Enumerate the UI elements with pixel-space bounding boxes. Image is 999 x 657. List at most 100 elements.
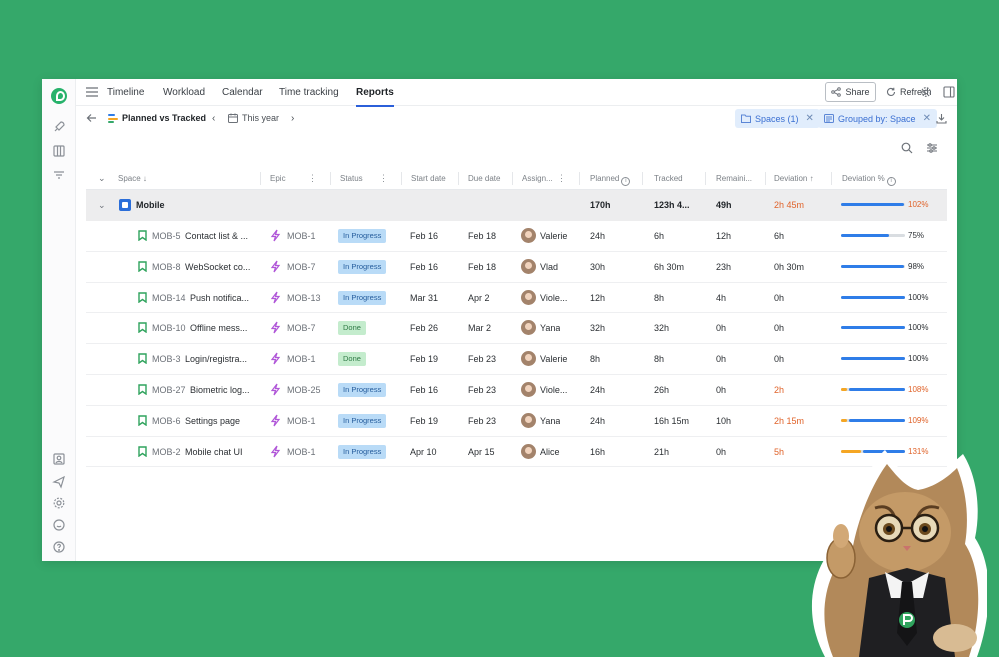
spaces-filter-chip[interactable]: Spaces (1) ✕ xyxy=(735,109,820,128)
task-title[interactable]: Settings page xyxy=(185,416,240,426)
table-row[interactable]: MOB-3 Login/registra... MOB-1 Done Feb 19 Feb… xyxy=(86,344,947,375)
table-row[interactable]: MOB-14 Push notifica... MOB-13 In Progress M… xyxy=(86,283,947,314)
search-icon[interactable] xyxy=(901,142,913,154)
task-title[interactable]: Push notifica... xyxy=(190,293,249,303)
help-icon[interactable] xyxy=(52,540,66,554)
rocket-icon[interactable] xyxy=(52,120,66,134)
close-icon[interactable]: ✕ xyxy=(923,113,931,124)
col-due-date[interactable]: Due date xyxy=(468,174,500,183)
tab-calendar[interactable]: Calendar xyxy=(222,87,263,98)
task-key[interactable]: MOB-10 xyxy=(152,323,186,333)
tab-timeline[interactable]: Timeline xyxy=(107,87,144,98)
share-button[interactable]: Share xyxy=(825,82,876,102)
task-key[interactable]: MOB-2 xyxy=(152,447,181,457)
board-icon[interactable] xyxy=(52,144,66,158)
task-title[interactable]: WebSocket co... xyxy=(185,262,250,272)
column-divider[interactable] xyxy=(579,172,580,185)
column-divider[interactable] xyxy=(765,172,766,185)
column-divider[interactable] xyxy=(831,172,832,185)
app-logo-icon[interactable] xyxy=(51,88,67,104)
column-divider[interactable] xyxy=(705,172,706,185)
hamburger-menu-icon[interactable] xyxy=(86,87,98,97)
task-key[interactable]: MOB-27 xyxy=(152,385,186,395)
assignee-name[interactable]: Valerie xyxy=(540,354,567,364)
assignee-name[interactable]: Alice xyxy=(540,447,560,457)
task-title[interactable]: Mobile chat UI xyxy=(185,447,243,457)
col-status[interactable]: Status xyxy=(340,174,363,183)
epic-key[interactable]: MOB-1 xyxy=(287,231,316,241)
task-title[interactable]: Offline mess... xyxy=(190,323,247,333)
send-icon[interactable] xyxy=(52,475,66,489)
status-badge[interactable]: In Progress xyxy=(338,259,387,274)
report-title[interactable]: Planned vs Tracked xyxy=(122,113,206,123)
epic-key[interactable]: MOB-1 xyxy=(287,416,316,426)
status-badge[interactable]: Done xyxy=(338,352,366,367)
col-assignee[interactable]: Assign... xyxy=(522,174,553,183)
column-divider[interactable] xyxy=(642,172,643,185)
table-row[interactable]: MOB-27 Biometric log... MOB-25 In Progress F… xyxy=(86,375,947,406)
kebab-icon[interactable]: ⋮ xyxy=(557,173,566,184)
column-divider[interactable] xyxy=(512,172,513,185)
table-row[interactable]: MOB-10 Offline mess... MOB-7 Done Feb 26 Mar … xyxy=(86,313,947,345)
col-deviation-pct[interactable]: Deviation % i xyxy=(842,174,896,186)
task-title[interactable]: Login/registra... xyxy=(185,354,247,364)
task-title[interactable]: Biometric log... xyxy=(190,385,250,395)
task-key[interactable]: MOB-6 xyxy=(152,416,181,426)
close-icon[interactable]: ✕ xyxy=(806,113,814,124)
status-badge[interactable]: In Progress xyxy=(338,444,387,459)
info-icon[interactable]: i xyxy=(886,177,896,186)
epic-key[interactable]: MOB-1 xyxy=(287,354,316,364)
chevron-left-icon[interactable]: ‹ xyxy=(212,113,215,124)
sliders-icon[interactable] xyxy=(926,142,938,154)
gear-icon[interactable] xyxy=(920,86,932,98)
assignee-name[interactable]: Viole... xyxy=(540,385,567,395)
task-key[interactable]: MOB-8 xyxy=(152,262,181,272)
table-row[interactable]: MOB-5 Contact list & ... MOB-1 In Progress F… xyxy=(86,221,947,252)
kebab-icon[interactable]: ⋮ xyxy=(379,173,388,184)
col-remaining[interactable]: Remaini... xyxy=(716,174,752,183)
epic-key[interactable]: MOB-25 xyxy=(287,385,321,395)
download-icon[interactable] xyxy=(936,113,947,124)
column-divider[interactable] xyxy=(458,172,459,185)
status-badge[interactable]: In Progress xyxy=(338,382,387,397)
chevron-right-icon[interactable]: › xyxy=(291,113,294,124)
status-badge[interactable]: Done xyxy=(338,321,366,336)
assignee-name[interactable]: Yana xyxy=(540,323,560,333)
tab-time-tracking[interactable]: Time tracking xyxy=(279,87,339,98)
tab-reports[interactable]: Reports xyxy=(356,87,394,107)
kebab-icon[interactable]: ⋮ xyxy=(308,173,317,184)
status-badge[interactable]: In Progress xyxy=(338,290,387,305)
tab-workload[interactable]: Workload xyxy=(163,87,205,98)
assignee-name[interactable]: Yana xyxy=(540,416,560,426)
task-key[interactable]: MOB-14 xyxy=(152,293,186,303)
panel-toggle-icon[interactable] xyxy=(943,86,955,98)
epic-key[interactable]: MOB-1 xyxy=(287,447,316,457)
back-arrow-icon[interactable] xyxy=(86,113,97,123)
column-divider[interactable] xyxy=(330,172,331,185)
col-space[interactable]: Space ↓ xyxy=(118,174,147,183)
task-title[interactable]: Contact list & ... xyxy=(185,231,248,241)
column-divider[interactable] xyxy=(401,172,402,185)
assignee-name[interactable]: Vlad xyxy=(540,262,558,272)
chat-icon[interactable] xyxy=(52,518,66,532)
epic-key[interactable]: MOB-13 xyxy=(287,293,321,303)
assignee-name[interactable]: Viole... xyxy=(540,293,567,303)
epic-key[interactable]: MOB-7 xyxy=(287,323,316,333)
task-key[interactable]: MOB-3 xyxy=(152,354,181,364)
status-badge[interactable]: In Progress xyxy=(338,413,387,428)
collapse-all-icon[interactable]: ⌄ xyxy=(98,173,106,184)
epic-key[interactable]: MOB-7 xyxy=(287,262,316,272)
column-divider[interactable] xyxy=(260,172,261,185)
settings-icon[interactable] xyxy=(52,496,66,510)
table-row[interactable]: MOB-8 WebSocket co... MOB-7 In Progress Feb … xyxy=(86,252,947,283)
status-badge[interactable]: In Progress xyxy=(338,229,387,243)
group-row[interactable]: ⌄ Mobile 170h 123h 4... 49h 2h 45m 102% xyxy=(86,190,947,221)
chevron-down-icon[interactable]: ⌄ xyxy=(98,200,106,211)
col-deviation[interactable]: Deviation ↑ xyxy=(774,174,814,183)
col-planned[interactable]: Planned i xyxy=(590,174,631,186)
info-icon[interactable]: i xyxy=(621,177,631,186)
grouped-filter-chip[interactable]: Grouped by: Space ✕ xyxy=(818,109,937,128)
filter-icon[interactable] xyxy=(52,168,66,182)
table-row[interactable]: MOB-6 Settings page MOB-1 In Progress Feb 19… xyxy=(86,406,947,437)
contacts-icon[interactable] xyxy=(52,452,66,466)
